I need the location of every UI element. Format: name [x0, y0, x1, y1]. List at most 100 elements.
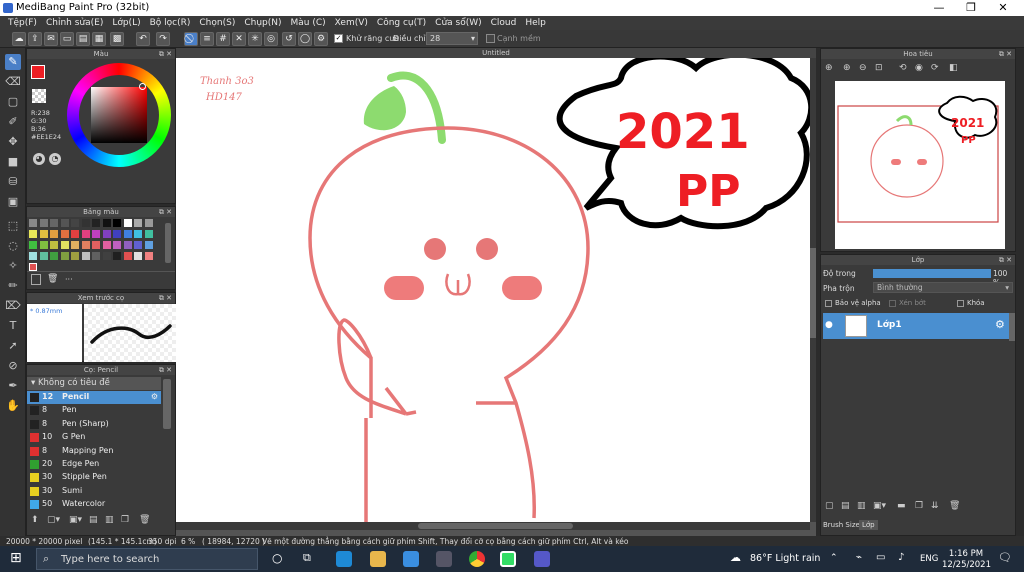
task-view-icon[interactable]: ⧉ — [303, 551, 311, 565]
palette-swatch[interactable] — [60, 241, 69, 249]
brush-item[interactable]: 50 Watercolor — [27, 498, 161, 511]
palette-swatch[interactable] — [81, 219, 90, 227]
palette-swatch[interactable] — [39, 219, 48, 227]
palette-swatch[interactable] — [123, 252, 132, 260]
palette-swatch[interactable] — [39, 241, 48, 249]
palette-swatch[interactable] — [123, 241, 132, 249]
palette-swatch[interactable] — [102, 230, 111, 238]
brush-item[interactable]: 20 Edge Pen — [27, 458, 161, 471]
operation-tool-icon[interactable]: ➚ — [5, 338, 21, 354]
gear-icon[interactable]: ⚙ — [314, 32, 328, 46]
blend-select[interactable]: Bình thường ▾ — [873, 282, 1013, 293]
canvas-horizontal-scrollbar[interactable] — [176, 522, 810, 530]
folder-icon[interactable]: ▬ — [897, 501, 906, 511]
palette-swatch[interactable] — [102, 219, 111, 227]
volume-icon[interactable]: ♪ — [898, 552, 904, 563]
duplicate-layer-icon[interactable]: ❐ — [915, 501, 923, 511]
windows-start-icon[interactable]: ⊞ — [10, 550, 22, 566]
comment-icon[interactable]: ✉ — [44, 32, 58, 46]
palette-swatch[interactable] — [39, 252, 48, 260]
menu-help[interactable]: Help — [525, 18, 546, 28]
palette-swatch[interactable] — [113, 230, 121, 238]
palette-swatch[interactable] — [92, 219, 100, 227]
edge-browser-icon[interactable] — [336, 551, 352, 567]
brush-tool-icon[interactable]: ✎ — [5, 54, 21, 70]
search-box[interactable]: ⌕ Type here to search — [36, 548, 258, 570]
color-history-icon[interactable]: ◔ — [49, 153, 61, 165]
grid-icon[interactable]: ▩ — [110, 32, 124, 46]
palette-swatch[interactable] — [134, 219, 142, 227]
dot-tool-icon[interactable]: ✐ — [5, 114, 21, 130]
palette-swatch[interactable] — [50, 252, 58, 260]
menu-file[interactable]: Tệp(F) — [8, 18, 37, 28]
redo-icon[interactable]: ↷ — [156, 32, 170, 46]
snap-off-icon[interactable]: ⃠ — [184, 32, 198, 46]
zoom-out-icon[interactable]: ⊖ — [859, 63, 867, 73]
zoom-fit-icon[interactable]: ⊕ — [825, 63, 833, 73]
brush-menu-icon[interactable]: ▢▾ — [47, 515, 60, 525]
palette-swatch[interactable] — [29, 263, 37, 271]
transparent-swatch[interactable] — [32, 89, 46, 103]
chrome-icon[interactable] — [469, 551, 485, 567]
snap-ellipse-icon[interactable]: ◯ — [298, 32, 312, 46]
brush-item[interactable]: 8 Pen — [27, 404, 161, 417]
brush-item[interactable]: 10 G Pen — [27, 431, 161, 444]
file-explorer-icon[interactable] — [370, 551, 386, 567]
palette-swatch[interactable] — [60, 252, 69, 260]
color-mode-icon[interactable]: ◕ — [33, 153, 45, 165]
magic-wand-icon[interactable]: ✧ — [5, 258, 21, 274]
delete-layer-icon[interactable]: 🗑 — [949, 501, 960, 511]
color-picker-handle[interactable] — [139, 83, 146, 90]
protect-alpha-checkbox[interactable] — [825, 300, 832, 307]
flip-icon[interactable]: ◧ — [949, 63, 958, 73]
system-tray-arrow-icon[interactable]: ⌃ — [830, 553, 838, 563]
minimize-button[interactable]: — — [924, 1, 954, 14]
palette-swatch[interactable] — [144, 241, 153, 249]
brush-item[interactable]: 30 Stipple Pen — [27, 471, 161, 484]
palette-swatch[interactable] — [113, 241, 121, 249]
text-tool-icon[interactable]: T — [5, 318, 21, 334]
new-layer-icon[interactable]: ▢ — [825, 501, 834, 511]
teams-icon[interactable] — [534, 551, 550, 567]
layer-row[interactable]: ● Lớp1 ⚙ — [823, 313, 1009, 339]
brush-paste-icon[interactable]: ▥ — [105, 515, 114, 525]
undo-icon[interactable]: ↶ — [136, 32, 150, 46]
adjust-select[interactable]: 28 ▾ — [426, 32, 478, 45]
brush-settings-icon[interactable]: ⚙ — [151, 392, 158, 401]
palette-swatch[interactable] — [60, 219, 69, 227]
rotate-right-icon[interactable]: ⟳ — [931, 63, 939, 73]
menu-edit[interactable]: Chỉnh sửa(E) — [46, 18, 103, 28]
brush-copy-icon[interactable]: ▤ — [89, 515, 98, 525]
bucket-tool-icon[interactable]: ⛁ — [5, 174, 21, 190]
palette-swatch[interactable] — [50, 230, 58, 238]
tab-layer[interactable]: Lớp — [859, 520, 878, 530]
language-indicator[interactable]: ENG — [920, 554, 938, 564]
snap-cross-icon[interactable]: ✕ — [232, 32, 246, 46]
brush-item[interactable]: 8 Mapping Pen — [27, 445, 161, 458]
palette-swatch[interactable] — [123, 219, 132, 227]
eraser-tool-icon[interactable]: ⌫ — [5, 74, 21, 90]
network-icon[interactable]: ⌁ — [856, 552, 862, 563]
layer-scrollbar[interactable] — [1009, 313, 1015, 341]
clock-date[interactable]: 12/25/2021 — [942, 560, 991, 570]
menu-capture[interactable]: Chụp(N) — [244, 18, 281, 28]
palette-swatch[interactable] — [50, 219, 58, 227]
palette-swatch[interactable] — [29, 219, 37, 227]
palette-swatch[interactable] — [144, 252, 153, 260]
menu-tools[interactable]: Công cụ(T) — [377, 18, 426, 28]
lasso-tool-icon[interactable]: ◌ — [5, 238, 21, 254]
panel-icon[interactable]: ▤ — [76, 32, 90, 46]
menu-view[interactable]: Xem(V) — [335, 18, 368, 28]
soft-edge-checkbox[interactable] — [486, 34, 495, 43]
clock-time[interactable]: 1:16 PM — [946, 549, 986, 559]
zoom-actual-icon[interactable]: ⊡ — [875, 63, 883, 73]
new-palette-icon[interactable] — [31, 274, 41, 285]
palette-swatch[interactable] — [134, 252, 142, 260]
palette-swatch[interactable] — [71, 252, 79, 260]
navigator-thumbnail[interactable]: 2021 PP — [835, 81, 1005, 249]
primary-color-swatch[interactable] — [31, 65, 45, 79]
cloud-icon[interactable]: ☁ — [12, 32, 26, 46]
select-eraser-icon[interactable]: ⌦ — [5, 298, 21, 314]
menu-cloud[interactable]: Cloud — [491, 18, 517, 28]
brush-group-header[interactable]: ▾ Không có tiêu đề — [27, 377, 161, 390]
